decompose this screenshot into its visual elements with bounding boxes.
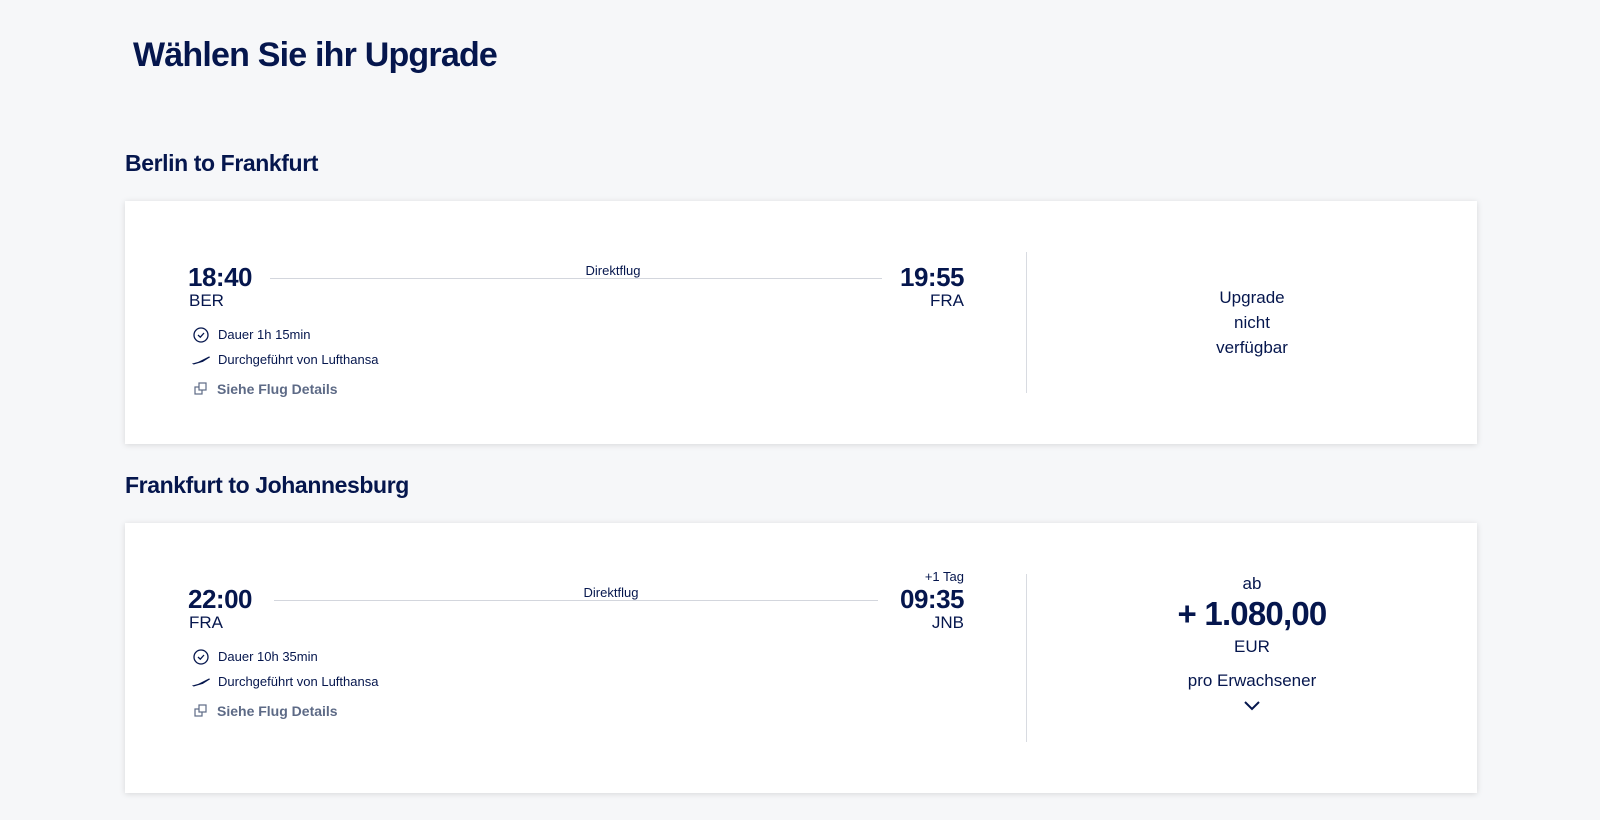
flight-details-label: Siehe Flug Details xyxy=(217,703,338,719)
page-title: Wählen Sie ihr Upgrade xyxy=(133,36,498,74)
arrival-airport-code: JNB xyxy=(931,613,964,632)
departure-airport-code: BER xyxy=(189,291,224,310)
flight-details-link[interactable]: Siehe Flug Details xyxy=(191,381,338,397)
operator-row: Durchgeführt von Lufthansa xyxy=(191,352,378,368)
arrival-time: 09:35 xyxy=(900,584,965,614)
direct-flight-label: Direktflug xyxy=(583,585,639,600)
route-line xyxy=(274,600,878,601)
departure-time: 18:40 xyxy=(188,262,253,292)
operator-text: Durchgeführt von Lufthansa xyxy=(218,352,379,367)
chevron-down-icon[interactable] xyxy=(1242,698,1262,717)
section-title-frankfurt-johannesburg: Frankfurt to Johannesburg xyxy=(125,472,409,498)
flight-details-link[interactable]: Siehe Flug Details xyxy=(191,703,338,719)
section-title-berlin-frankfurt: Berlin to Frankfurt xyxy=(125,150,319,176)
external-window-icon xyxy=(191,703,211,719)
arrival-time: 19:55 xyxy=(900,262,965,292)
clock-icon xyxy=(191,649,211,665)
departure-time: 22:00 xyxy=(188,584,253,614)
arrival-airport-code: FRA xyxy=(930,291,964,310)
upgrade-price-block: ab + 1.080,00 EUR pro Erwachsener xyxy=(1027,574,1477,717)
upgrade-unavailable-line: Upgrade xyxy=(1219,288,1285,307)
airplane-icon xyxy=(191,352,211,368)
operator-text: Durchgeführt von Lufthansa xyxy=(218,674,379,689)
price-from-label: ab xyxy=(1242,574,1262,593)
price-currency: EUR xyxy=(1234,637,1270,656)
route-line xyxy=(270,278,882,279)
external-window-icon xyxy=(191,381,211,397)
flight-card-berlin-frankfurt: 18:40 BER Direktflug 19:55 FRA Dauer 1h … xyxy=(125,201,1477,444)
upgrade-price: + 1.080,00 xyxy=(1177,595,1328,632)
departure-airport-code: FRA xyxy=(189,613,223,632)
duration-row: Dauer 1h 15min xyxy=(191,327,311,343)
duration-text: Dauer 1h 15min xyxy=(218,327,311,342)
price-per-adult: pro Erwachsener xyxy=(1187,671,1317,690)
plus-day-badge: +1 Tag xyxy=(924,569,964,584)
upgrade-unavailable: Upgrade nicht verfügbar xyxy=(1027,285,1477,360)
duration-row: Dauer 10h 35min xyxy=(191,649,318,665)
operator-row: Durchgeführt von Lufthansa xyxy=(191,674,378,690)
airplane-icon xyxy=(191,674,211,690)
upgrade-unavailable-line: nicht xyxy=(1234,313,1270,332)
flight-card-frankfurt-johannesburg: 22:00 FRA Direktflug +1 Tag 09:35 JNB Da… xyxy=(125,523,1477,793)
clock-icon xyxy=(191,327,211,343)
duration-text: Dauer 10h 35min xyxy=(218,649,318,664)
flight-details-label: Siehe Flug Details xyxy=(217,381,338,397)
upgrade-unavailable-line: verfügbar xyxy=(1216,338,1288,357)
direct-flight-label: Direktflug xyxy=(585,263,641,278)
